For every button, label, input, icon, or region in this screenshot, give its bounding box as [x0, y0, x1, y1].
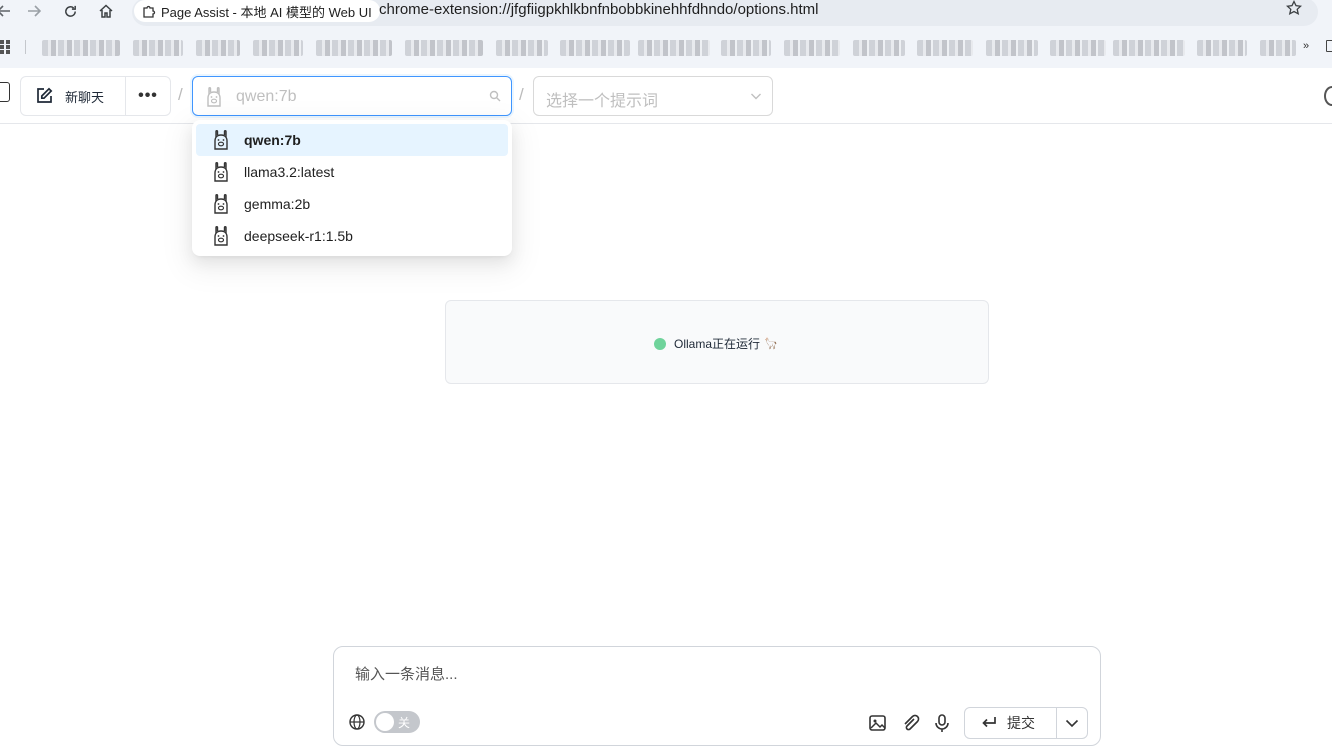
- star-icon[interactable]: [1285, 0, 1303, 21]
- model-option[interactable]: llama3.2:latest: [196, 156, 508, 188]
- model-option-label: llama3.2:latest: [244, 164, 335, 180]
- submit-options-button[interactable]: [1057, 708, 1087, 738]
- bookmark-item[interactable]: [917, 40, 973, 56]
- tab-title: Page Assist - 本地 AI 模型的 Web UI: [161, 4, 372, 20]
- reload-icon[interactable]: [60, 0, 80, 22]
- edit-icon: [37, 87, 53, 103]
- bookmark-item[interactable]: [405, 40, 483, 56]
- bookmarks-overflow[interactable]: »: [1303, 40, 1309, 52]
- bookmarks-bar: [0, 34, 1332, 62]
- status-dot: [654, 337, 666, 350]
- ollama-status-card: Ollama正在运行 🦙: [445, 300, 989, 384]
- new-chat-group: 新聊天 •••: [20, 76, 171, 116]
- model-option-label: deepseek-r1:1.5b: [244, 228, 353, 244]
- submit-button[interactable]: 提交: [965, 708, 1057, 738]
- llama-icon: [207, 87, 221, 107]
- bookmark-item[interactable]: [316, 40, 392, 56]
- model-search-placeholder: qwen:7b: [236, 88, 297, 105]
- message-input[interactable]: 输入一条消息...: [355, 663, 458, 684]
- image-upload-icon[interactable]: [868, 713, 888, 733]
- bookmark-item[interactable]: [784, 40, 840, 56]
- url-text: chrome-extension://jfgfiigpkhlkbnfnbobbk…: [379, 1, 819, 18]
- llama-icon: [214, 226, 228, 246]
- bookmark-item[interactable]: [853, 40, 905, 56]
- bookmark-item[interactable]: [496, 40, 548, 56]
- back-arrow-icon[interactable]: [0, 0, 14, 22]
- status-text: Ollama正在运行: [674, 337, 761, 351]
- bookmark-item[interactable]: [196, 40, 240, 56]
- bookmark-item[interactable]: [253, 40, 303, 56]
- home-icon[interactable]: [96, 0, 116, 22]
- llama-icon: [214, 130, 228, 150]
- sidebar-toggle-icon[interactable]: [0, 82, 10, 102]
- chevron-down-icon: [1065, 719, 1079, 728]
- bookmark-item[interactable]: [721, 40, 771, 56]
- model-option-label: gemma:2b: [244, 196, 311, 212]
- search-icon: [489, 90, 501, 102]
- model-option[interactable]: gemma:2b: [196, 188, 508, 220]
- extension-chip[interactable]: Page Assist - 本地 AI 模型的 Web UI: [134, 0, 380, 22]
- chevron-down-icon: [751, 93, 761, 100]
- message-composer[interactable]: 输入一条消息... 关 提交: [333, 646, 1101, 746]
- new-chat-label: 新聊天: [65, 89, 105, 105]
- prompt-select-placeholder: 选择一个提示词: [546, 93, 659, 110]
- new-chat-button[interactable]: 新聊天: [21, 77, 126, 115]
- bookmark-item[interactable]: [1260, 40, 1296, 56]
- bookmark-item[interactable]: [42, 40, 120, 56]
- microphone-icon[interactable]: [932, 713, 952, 733]
- breadcrumb-separator: /: [519, 85, 524, 104]
- toggle-label: 关: [398, 716, 411, 730]
- llama-icon: [214, 162, 228, 182]
- bookmark-item[interactable]: [638, 40, 710, 56]
- bookmark-item[interactable]: [1113, 40, 1185, 56]
- bookmark-item[interactable]: [1050, 40, 1106, 56]
- ollama-status: Ollama正在运行 🦙: [654, 335, 778, 352]
- globe-icon[interactable]: [348, 713, 366, 731]
- forward-arrow-icon[interactable]: [24, 0, 44, 22]
- model-search-input[interactable]: qwen:7b: [192, 76, 512, 116]
- prompt-select[interactable]: 选择一个提示词: [533, 76, 773, 116]
- llama-icon: [214, 194, 228, 214]
- submit-group: 提交: [964, 707, 1088, 739]
- model-option[interactable]: qwen:7b: [196, 124, 508, 156]
- more-options-button[interactable]: •••: [126, 77, 170, 115]
- breadcrumb-separator: /: [178, 85, 183, 104]
- model-dropdown: qwen:7b llama3.2:latest gemma:2b deepseek-r…: [192, 120, 512, 256]
- model-option[interactable]: deepseek-r1:1.5b: [196, 220, 508, 252]
- enter-icon: [982, 717, 996, 728]
- bookmark-folder-icon[interactable]: [1326, 40, 1332, 52]
- submit-label: 提交: [1007, 715, 1035, 731]
- puzzle-icon: [143, 5, 156, 18]
- model-option-label: qwen:7b: [244, 132, 301, 148]
- bookmark-item[interactable]: [560, 40, 630, 56]
- bookmark-item[interactable]: [133, 40, 183, 56]
- llama-emoji-icon: 🦙: [764, 338, 778, 350]
- more-icon: •••: [138, 87, 158, 104]
- paperclip-icon[interactable]: [900, 713, 920, 733]
- bookmark-item[interactable]: [986, 40, 1038, 56]
- toggle-knob: [376, 713, 394, 731]
- bookmark-item[interactable]: [1197, 40, 1247, 56]
- web-search-toggle[interactable]: 关: [374, 711, 420, 733]
